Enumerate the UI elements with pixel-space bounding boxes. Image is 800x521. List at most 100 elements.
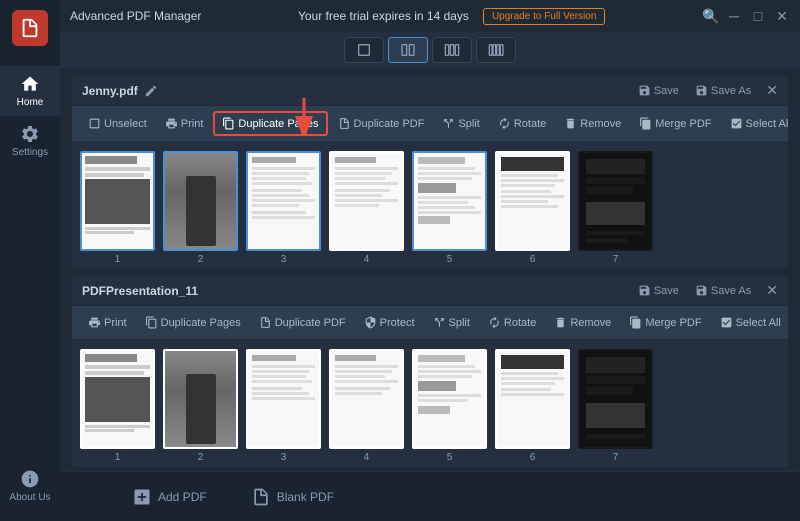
pdf2-protect-btn[interactable]: Protect [356, 311, 423, 334]
pdf2-header: PDFPresentation_11 Save Save As ✕ [72, 276, 788, 306]
pdf2-save-label: Save [654, 285, 679, 297]
pdf2-page-6-img[interactable] [495, 349, 570, 449]
pdf2-page-3[interactable]: 3 [246, 349, 321, 463]
pdf2-page-5-img[interactable] [412, 349, 487, 449]
tab-grid2[interactable] [388, 37, 428, 63]
pdf2-page-5[interactable]: 5 [412, 349, 487, 463]
pdf1-pagenum-5: 5 [447, 254, 453, 265]
pdf1-rotate-btn[interactable]: Rotate [490, 112, 554, 135]
blank-pdf-label: Blank PDF [277, 490, 334, 504]
pdf2-page-4-img[interactable] [329, 349, 404, 449]
pdf2-toolbar: Print Duplicate Pages Duplicate PDF Prot… [72, 306, 788, 339]
pdf2-pagenum-4: 4 [364, 452, 370, 463]
sidebar-label-home: Home [17, 97, 44, 108]
pdf1-pagenum-1: 1 [115, 254, 121, 265]
minimize-icon[interactable]: ─ [726, 8, 742, 25]
pdf2-close-btn[interactable]: ✕ [766, 282, 778, 299]
pdf1-saveas-btn[interactable]: Save As [690, 82, 756, 99]
pdf1-close-btn[interactable]: ✕ [766, 82, 778, 99]
pdf2-filename: PDFPresentation_11 [82, 284, 198, 298]
blank-pdf-btn[interactable]: Blank PDF [239, 481, 346, 513]
pdf2-rotate-btn[interactable]: Rotate [480, 311, 544, 334]
pdf2-page-6[interactable]: 6 [495, 349, 570, 463]
pdf1-pagenum-7: 7 [613, 254, 619, 265]
pdf1-remove-btn[interactable]: Remove [556, 112, 629, 135]
pdf1-print-btn[interactable]: Print [157, 112, 212, 135]
pdf1-page-3[interactable]: 3 [246, 151, 321, 265]
pdf2-page-7-img[interactable] [578, 349, 653, 449]
pdf1-page-4-img[interactable] [329, 151, 404, 251]
sidebar-item-home[interactable]: Home [0, 66, 60, 116]
pdf2-page-2-img[interactable] [163, 349, 238, 449]
pdf2-merge-btn[interactable]: Merge PDF [621, 311, 709, 334]
sidebar-item-about[interactable]: About Us [0, 461, 60, 511]
titlebar: Advanced PDF Manager Your free trial exp… [60, 0, 800, 32]
pdf2-pagenum-5: 5 [447, 452, 453, 463]
pdf2-duplicate-pdf-btn[interactable]: Duplicate PDF [251, 311, 354, 334]
close-icon[interactable]: ✕ [774, 8, 790, 25]
arrow-container: Unselect Print Duplicate Pages Duplicate… [72, 106, 788, 141]
add-pdf-btn[interactable]: Add PDF [120, 481, 219, 513]
pdf1-page-1[interactable]: 1 [80, 151, 155, 265]
content-area: Jenny.pdf Save Save As ✕ [60, 68, 800, 471]
tab-grid4[interactable] [476, 37, 516, 63]
search-icon[interactable]: 🔍 [702, 8, 718, 25]
pdf2-page-3-img[interactable] [246, 349, 321, 449]
pdf2-duplicate-pages-btn[interactable]: Duplicate Pages [137, 311, 249, 334]
pdf1-duplicate-pages-btn[interactable]: Duplicate Pages [213, 111, 327, 136]
upgrade-button[interactable]: Upgrade to Full Version [483, 8, 606, 25]
pdf2-pagenum-7: 7 [613, 452, 619, 463]
tab-grid3[interactable] [432, 37, 472, 63]
pdf1-duplicate-pdf-btn[interactable]: Duplicate PDF [330, 112, 433, 135]
pdf2-page-4[interactable]: 4 [329, 349, 404, 463]
maximize-icon[interactable]: □ [750, 8, 766, 25]
pdf1-page-2[interactable]: 2 [163, 151, 238, 265]
pdf2-selectall-btn[interactable]: Select All [712, 311, 788, 334]
pdf2-page-2[interactable]: 2 [163, 349, 238, 463]
pdf1-page-1-img[interactable] [80, 151, 155, 251]
pdf2-save-btn[interactable]: Save [633, 282, 684, 299]
pdf1-filename: Jenny.pdf [82, 84, 138, 98]
pdf2-pagenum-1: 1 [115, 452, 121, 463]
pdf1-merge-btn[interactable]: Merge PDF [631, 112, 719, 135]
pdf1-selectall-btn[interactable]: Select All [722, 112, 789, 135]
pdf2-page-7[interactable]: 7 [578, 349, 653, 463]
pdf1-pagenum-4: 4 [364, 254, 370, 265]
pdf1-page-4[interactable]: 4 [329, 151, 404, 265]
pdf1-saveas-label: Save As [711, 85, 751, 97]
pdf1-page-7[interactable]: 7 [578, 151, 653, 265]
pdf2-remove-btn[interactable]: Remove [546, 311, 619, 334]
edit-icon[interactable] [144, 84, 158, 98]
pdf1-page-5-img[interactable] [412, 151, 487, 251]
pdf1-split-btn[interactable]: Split [434, 112, 487, 135]
sidebar-label-settings: Settings [12, 147, 48, 158]
pdf1-page-6-img[interactable] [495, 151, 570, 251]
pdf1-pagenum-2: 2 [198, 254, 204, 265]
pdf1-unselect-btn[interactable]: Unselect [80, 112, 155, 135]
pdf2-print-btn[interactable]: Print [80, 311, 135, 334]
pdf2-pagenum-3: 3 [281, 452, 287, 463]
pdf2-pagenum-2: 2 [198, 452, 204, 463]
pdf2-page-1[interactable]: 1 [80, 349, 155, 463]
pdf1-save-label: Save [654, 85, 679, 97]
sidebar-item-settings[interactable]: Settings [0, 116, 60, 166]
pdf2-saveas-btn[interactable]: Save As [690, 282, 756, 299]
view-tabbar [60, 32, 800, 68]
pdf1-save-btn[interactable]: Save [633, 82, 684, 99]
pdf1-page-7-img[interactable] [578, 151, 653, 251]
sidebar-label-about: About Us [9, 492, 50, 503]
pdf1-page-5[interactable]: 5 [412, 151, 487, 265]
pdf1-pagenum-6: 6 [530, 254, 536, 265]
pdf2-section: PDFPresentation_11 Save Save As ✕ Print [72, 276, 788, 467]
tab-single[interactable] [344, 37, 384, 63]
pdf1-page-6[interactable]: 6 [495, 151, 570, 265]
pdf1-toolbar: Unselect Print Duplicate Pages Duplicate… [72, 106, 788, 141]
pdf1-page-2-img[interactable] [163, 151, 238, 251]
app-title: Advanced PDF Manager [70, 9, 201, 23]
bottombar: Add PDF Blank PDF [60, 471, 800, 521]
pdf2-saveas-label: Save As [711, 285, 751, 297]
pdf1-pages-grid: 1 2 [72, 141, 788, 268]
pdf2-page-1-img[interactable] [80, 349, 155, 449]
pdf2-split-btn[interactable]: Split [425, 311, 478, 334]
pdf1-page-3-img[interactable] [246, 151, 321, 251]
